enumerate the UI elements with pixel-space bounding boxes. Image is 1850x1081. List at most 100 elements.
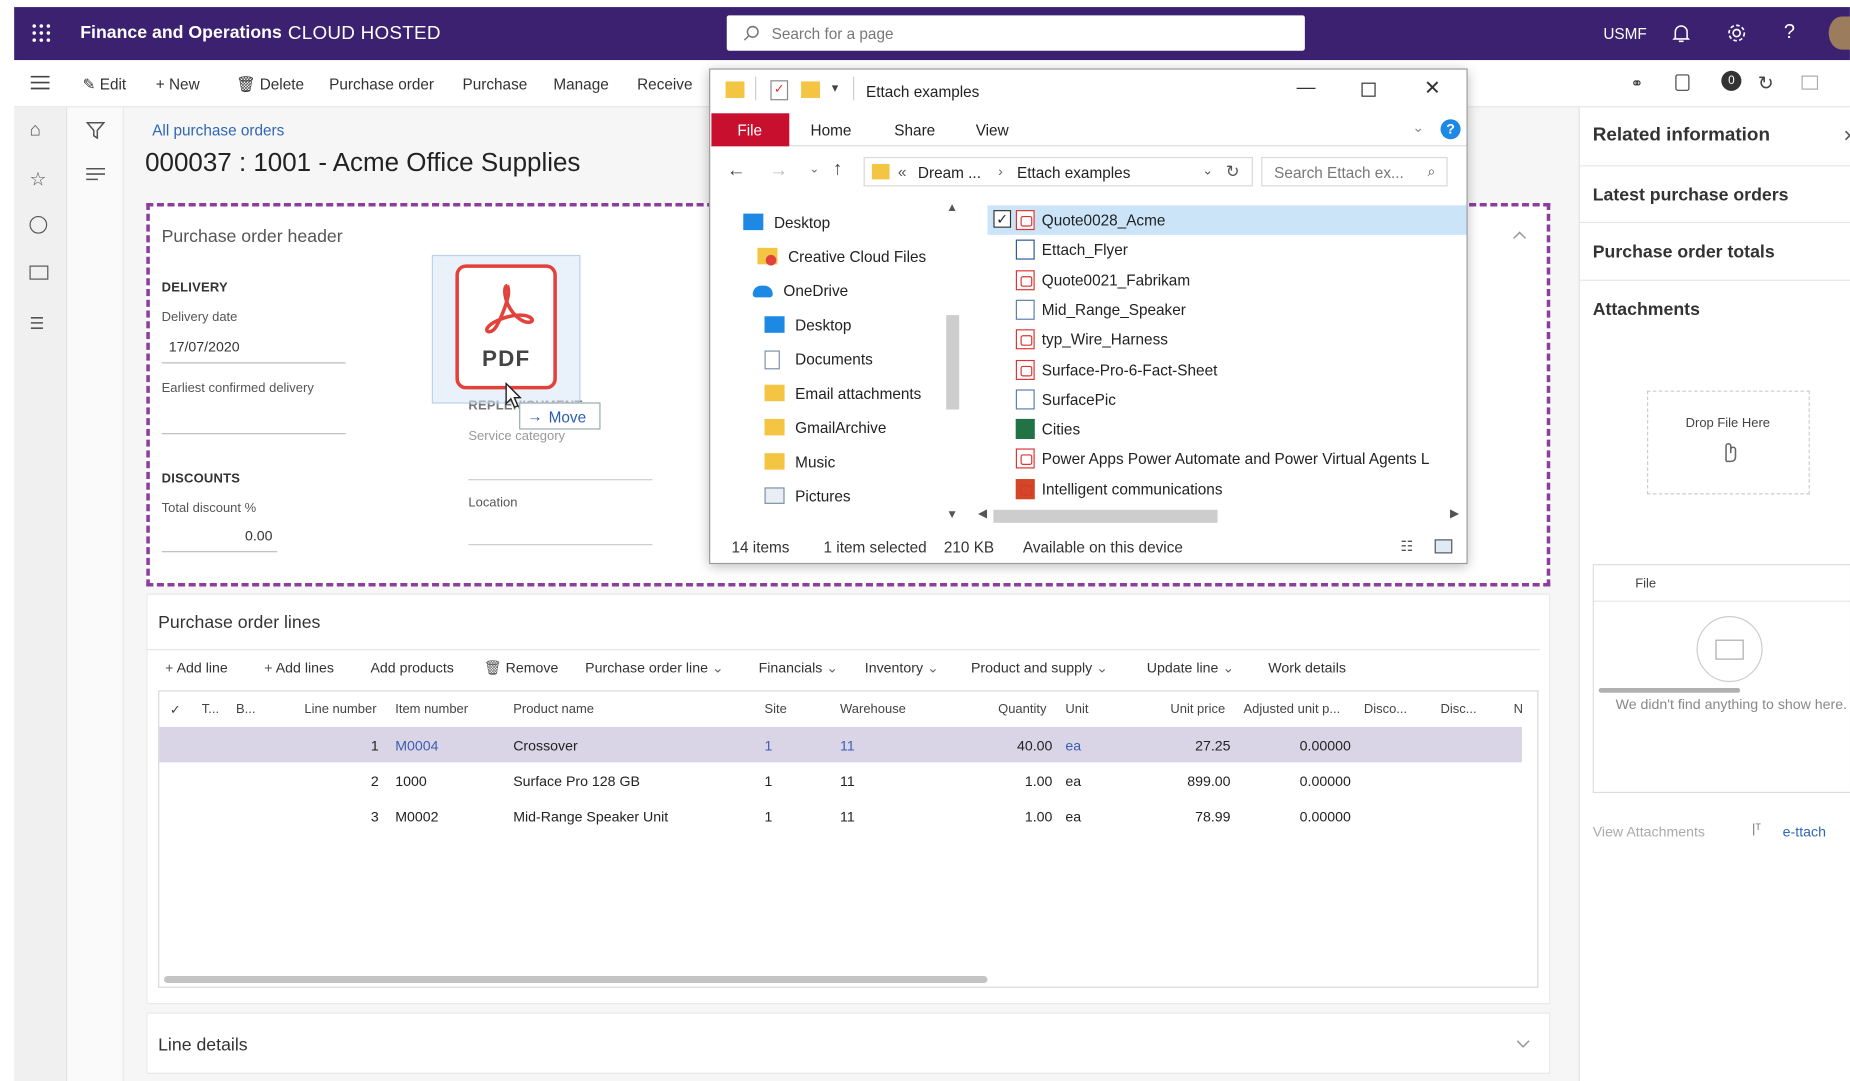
tab-share[interactable]: Share — [894, 122, 935, 140]
add-products-button[interactable]: Add products — [370, 660, 453, 677]
table-row[interactable]: 1 M0004 Crossover 1 11 40.00 ea 27.25 0.00000 — [159, 726, 1522, 763]
scroll-down-icon[interactable]: ▼ — [946, 509, 958, 522]
col-net[interactable]: N — [1514, 702, 1523, 716]
cell-item[interactable]: 1000 — [395, 773, 427, 790]
new-button[interactable]: + New — [156, 76, 200, 94]
user-avatar[interactable] — [1828, 16, 1850, 50]
remove-button[interactable]: 🗑 Remove — [484, 660, 559, 677]
work-details-button[interactable]: Work details — [1268, 660, 1346, 677]
large-icons-view-icon[interactable] — [1434, 539, 1453, 554]
link-icon[interactable]: ⚭ — [1630, 74, 1643, 93]
drop-file-zone[interactable]: Drop File Here — [1647, 390, 1810, 495]
scroll-thumb[interactable] — [993, 509, 1218, 523]
col-type[interactable]: T... — [202, 702, 219, 716]
add-line-button[interactable]: + Add line — [165, 660, 228, 677]
purchase-order-tab[interactable]: Purchase order — [329, 76, 434, 94]
message-count-badge[interactable]: 0 — [1721, 70, 1742, 91]
tab-home[interactable]: Home — [811, 122, 852, 140]
open-new-window-icon[interactable] — [1801, 75, 1819, 90]
purchase-order-totals-section[interactable]: Purchase order totals — [1579, 223, 1850, 281]
tree-onedrive-desktop[interactable]: Desktop — [710, 312, 941, 340]
back-arrow-icon[interactable]: ← — [727, 160, 746, 181]
address-dropdown-icon[interactable]: ⌄ — [1202, 163, 1213, 178]
scroll-thumb[interactable] — [946, 315, 960, 410]
col-site[interactable]: Site — [765, 702, 787, 716]
file-item[interactable]: Ettach_Flyer — [987, 235, 1466, 265]
latest-purchase-orders-section[interactable]: Latest purchase orders — [1579, 165, 1850, 224]
add-lines-button[interactable]: + Add lines — [264, 660, 334, 677]
overflow-chevron-icon[interactable]: « — [898, 163, 907, 181]
col-discount[interactable]: Disco... — [1364, 702, 1407, 716]
tree-creative-cloud-files[interactable]: Creative Cloud Files — [710, 243, 941, 271]
minimize-icon[interactable]: — — [1297, 78, 1316, 99]
earliest-delivery-field[interactable] — [161, 405, 346, 435]
help-icon[interactable]: ? — [1784, 20, 1795, 44]
file-item[interactable]: Intelligent communications — [987, 474, 1466, 504]
explorer-search-input[interactable]: Search Ettach ex... ⌕ — [1261, 156, 1448, 187]
tree-scrollbar[interactable]: ▲ ▼ — [943, 199, 962, 532]
tree-onedrive[interactable]: OneDrive — [710, 277, 941, 305]
purchase-order-line-menu[interactable]: Purchase order line ⌄ — [585, 660, 724, 677]
horizontal-scrollbar[interactable] — [163, 975, 988, 984]
scroll-left-icon[interactable]: ◀ — [978, 507, 987, 520]
cell-item[interactable]: M0002 — [395, 808, 438, 825]
settings-gear-icon[interactable] — [1726, 22, 1747, 43]
files-scrollbar[interactable]: ◀ ▶ — [972, 506, 1465, 525]
ettach-link[interactable]: e-ttach — [1783, 824, 1826, 841]
favorites-star-icon[interactable]: ☆ — [29, 168, 46, 192]
manage-tab[interactable]: Manage — [553, 76, 608, 94]
maximize-icon[interactable] — [1361, 82, 1376, 97]
file-item[interactable]: typ_Wire_Harness — [987, 325, 1466, 355]
line-details-section[interactable]: Line details — [146, 1012, 1551, 1074]
modules-list-icon[interactable]: ☰ — [29, 314, 44, 334]
view-attachments-link[interactable]: View Attachments — [1593, 824, 1705, 841]
scrollbar[interactable] — [1598, 687, 1741, 693]
cell-item[interactable]: M0004 — [395, 738, 438, 755]
refresh-icon[interactable]: ↻ — [1226, 162, 1240, 182]
col-line-number[interactable]: Line number — [304, 702, 376, 716]
address-segment-ettach[interactable]: Ettach examples — [1017, 164, 1130, 182]
properties-checkmark-icon[interactable]: ✓ — [770, 80, 789, 101]
notifications-bell-icon[interactable] — [1672, 24, 1691, 44]
file-item[interactable]: Cities — [987, 414, 1466, 444]
forward-arrow-icon[interactable]: → — [769, 160, 788, 181]
address-segment-dream[interactable]: Dream ... — [918, 164, 981, 182]
delete-button[interactable]: 🗑 Delete — [236, 76, 304, 95]
list-view-icon[interactable] — [86, 167, 106, 181]
tree-email-attachments[interactable]: Email attachments — [710, 380, 941, 408]
inventory-menu[interactable]: Inventory ⌄ — [865, 660, 939, 677]
section-title[interactable]: Purchase order lines — [158, 612, 320, 632]
purchase-tab[interactable]: Purchase — [462, 76, 527, 94]
close-icon[interactable]: ✕ — [1843, 126, 1850, 146]
edit-button[interactable]: ✎ Edit — [83, 76, 127, 95]
col-file[interactable]: File — [1635, 577, 1656, 591]
address-bar[interactable]: « Dream ... › Ettach examples ⌄ ↻ — [863, 156, 1253, 187]
tree-pictures[interactable]: Pictures — [710, 483, 941, 511]
table-row[interactable]: 2 1000 Surface Pro 128 GB 1 11 1.00 ea 899.00 0.… — [159, 762, 1522, 797]
tree-desktop[interactable]: Desktop — [710, 209, 941, 237]
tree-music[interactable]: Music — [710, 448, 941, 476]
up-arrow-icon[interactable]: ↑ — [833, 159, 842, 180]
col-quantity[interactable]: Quantity — [998, 702, 1046, 716]
app-launcher-icon[interactable] — [32, 24, 51, 43]
recent-clock-icon[interactable] — [29, 215, 48, 234]
table-row[interactable]: 3 M0002 Mid-Range Speaker Unit 1 11 1.00 ea 78.… — [159, 798, 1522, 833]
delivery-date-field[interactable]: 17/07/2020 — [161, 334, 346, 364]
refresh-icon[interactable]: ↻ — [1758, 72, 1774, 96]
help-icon[interactable]: ? — [1440, 119, 1461, 140]
app-brand[interactable]: Finance and Operations — [80, 22, 282, 42]
service-category-field[interactable] — [468, 452, 653, 481]
home-icon[interactable]: ⌂ — [29, 120, 40, 141]
col-unit-price[interactable]: Unit price — [1170, 702, 1225, 716]
details-view-icon[interactable]: ☷ — [1400, 538, 1413, 555]
file-item[interactable]: Mid_Range_Speaker — [987, 295, 1466, 325]
location-field[interactable] — [468, 517, 653, 546]
product-and-supply-menu[interactable]: Product and supply ⌄ — [971, 660, 1108, 677]
recent-locations-icon[interactable]: ⌄ — [809, 163, 819, 176]
select-all-checkmark-icon[interactable]: ✓ — [170, 702, 181, 717]
filter-icon[interactable] — [86, 121, 106, 140]
scroll-right-icon[interactable]: ▶ — [1450, 507, 1459, 520]
tree-documents[interactable]: Documents — [710, 346, 941, 374]
workspaces-icon[interactable] — [29, 265, 49, 280]
expand-chevron-icon[interactable] — [1516, 1040, 1530, 1049]
